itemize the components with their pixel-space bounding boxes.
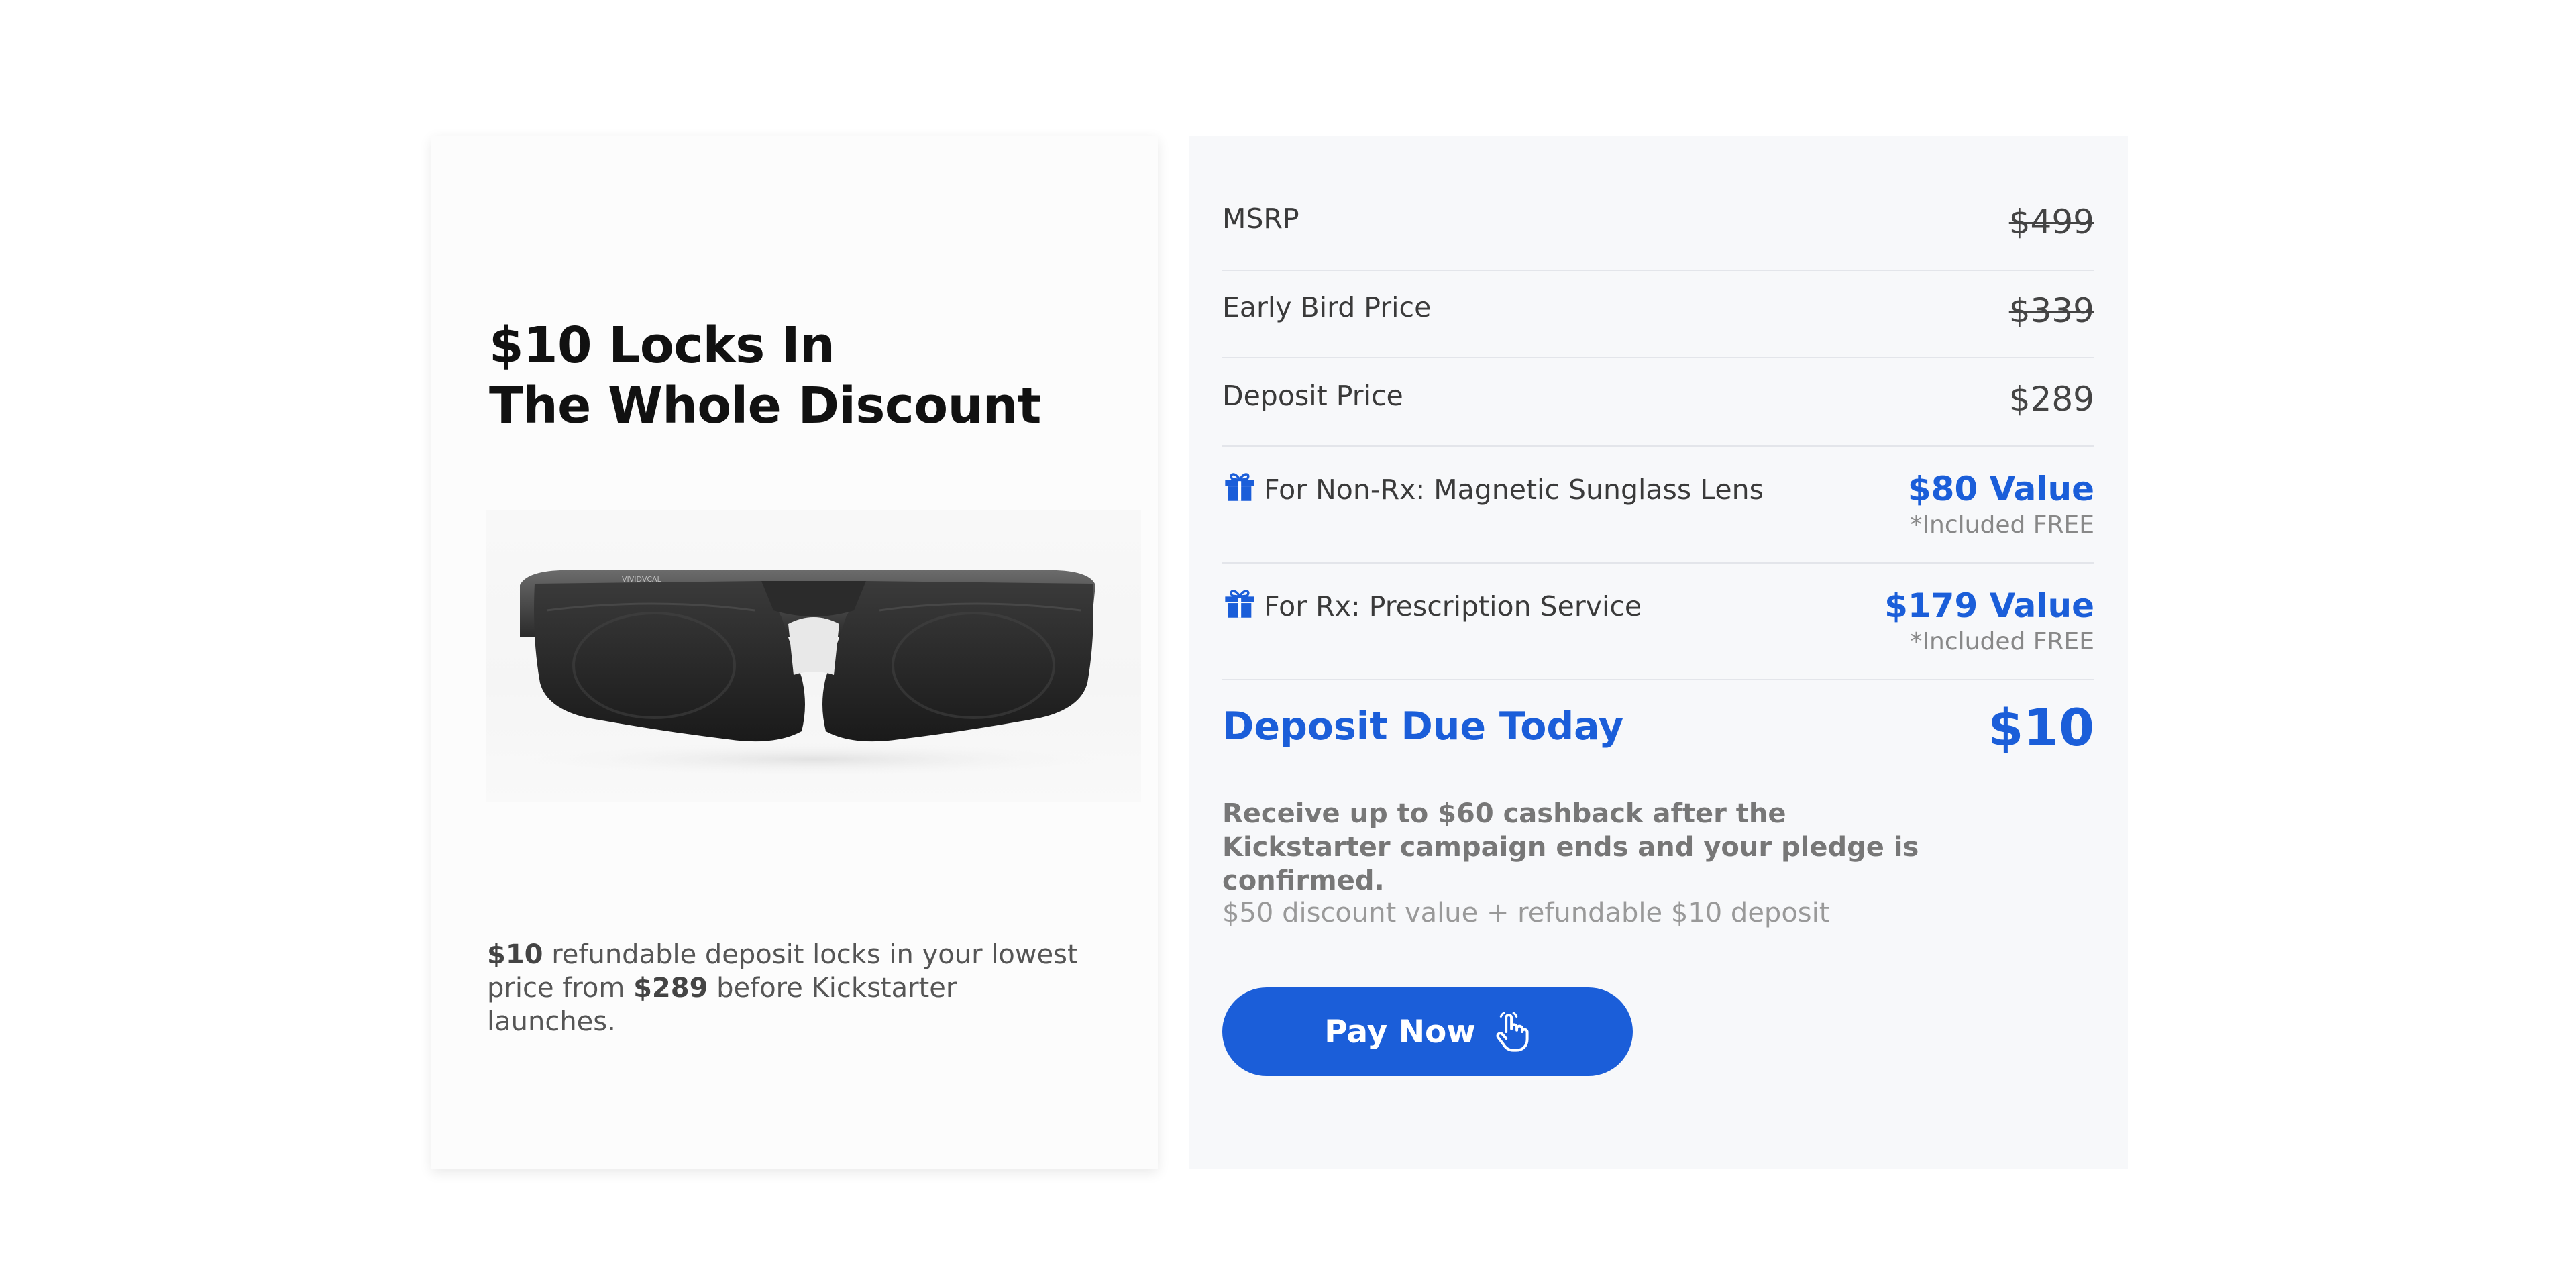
perk-label-sunglass-lens: For Non-Rx: Magnetic Sunglass Lens xyxy=(1222,468,1764,506)
early-bird-value: $339 xyxy=(2008,291,2094,330)
deposit-price-label: Deposit Price xyxy=(1222,380,1403,412)
perk-value-sunglass-lens: $80 Value xyxy=(1907,470,2094,508)
perk-row-sunglass-lens: For Non-Rx: Magnetic Sunglass Lens $80 V… xyxy=(1222,447,2094,564)
discount-note: $50 discount value + refundable $10 depo… xyxy=(1222,898,1830,928)
gift-icon xyxy=(1222,585,1257,620)
pointer-hand-icon xyxy=(1493,1011,1531,1053)
offer-headline: $10 Locks In The Whole Discount xyxy=(489,315,1120,436)
product-brand-mark: VIVIDVCAL xyxy=(622,575,662,584)
cashback-note: Receive up to $60 cashback after the Kic… xyxy=(1222,798,1919,896)
deposit-note-price: $289 xyxy=(633,973,708,1004)
headline-line-2: The Whole Discount xyxy=(489,377,1041,435)
perk-note-prescription: *Included FREE xyxy=(1910,628,2094,655)
headline-line-1: $10 Locks In xyxy=(489,317,835,374)
msrp-label: MSRP xyxy=(1222,203,1299,235)
perk-note-sunglass-lens: *Included FREE xyxy=(1910,511,2094,539)
pay-now-button[interactable]: Pay Now xyxy=(1222,987,1633,1076)
pricing-panel: MSRP $499 Early Bird Price $339 Deposit … xyxy=(1189,136,2128,1169)
deposit-due-amount: $10 xyxy=(1988,698,2094,757)
deposit-price-value: $289 xyxy=(2008,380,2094,419)
deposit-note-amount: $10 xyxy=(487,939,543,970)
perk-text-sunglass-lens: For Non-Rx: Magnetic Sunglass Lens xyxy=(1264,474,1764,506)
gift-icon xyxy=(1222,468,1257,503)
msrp-row: MSRP $499 xyxy=(1222,203,2094,271)
deposit-due-label: Deposit Due Today xyxy=(1222,704,1624,749)
product-image: VIVIDVCAL xyxy=(486,510,1141,802)
pay-now-label: Pay Now xyxy=(1324,1013,1476,1051)
perk-value-prescription: $179 Value xyxy=(1884,586,2094,625)
deposit-note: $10 refundable deposit locks in your low… xyxy=(487,938,1091,1038)
perk-text-prescription: For Rx: Prescription Service xyxy=(1264,590,1642,623)
deposit-price-row: Deposit Price $289 xyxy=(1222,358,2094,447)
perk-label-prescription: For Rx: Prescription Service xyxy=(1222,585,1642,623)
early-bird-row: Early Bird Price $339 xyxy=(1222,270,2094,358)
msrp-value: $499 xyxy=(2008,203,2094,241)
offer-card: $10 Locks In The Whole Discount VIVIDVCA… xyxy=(431,136,1158,1169)
early-bird-label: Early Bird Price xyxy=(1222,291,1432,323)
perk-row-prescription: For Rx: Prescription Service $179 Value … xyxy=(1222,564,2094,680)
